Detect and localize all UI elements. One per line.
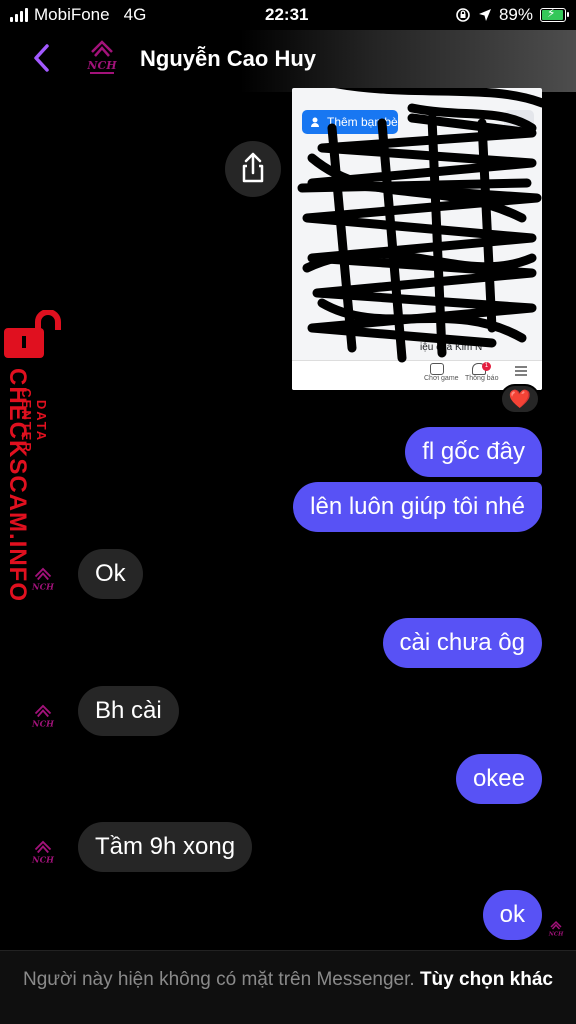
- back-chevron-icon[interactable]: [28, 42, 56, 74]
- other-options-link[interactable]: Tùy chọn khác: [420, 969, 553, 990]
- watermark-text: CHECKSCAM.INFO: [4, 368, 31, 602]
- share-button[interactable]: [225, 141, 281, 197]
- battery-icon: ⚡: [540, 6, 569, 22]
- network-type: 4G: [123, 5, 147, 24]
- location-icon: [478, 9, 491, 21]
- message-outgoing[interactable]: ok: [482, 890, 542, 940]
- svg-text:NCH: NCH: [86, 59, 117, 72]
- message-incoming[interactable]: Bh cài: [78, 686, 179, 736]
- svg-text:NCH: NCH: [548, 932, 564, 938]
- heart-reaction[interactable]: ❤️: [500, 384, 540, 414]
- message-outgoing[interactable]: cài chưa ôg: [382, 618, 542, 668]
- message-incoming[interactable]: Tầm 9h xong: [78, 822, 253, 872]
- sender-avatar[interactable]: NCH: [28, 839, 58, 869]
- orientation-lock-icon: [456, 8, 470, 22]
- unavailable-notice: Người này hiện không có mặt trên Messeng…: [23, 969, 415, 990]
- svg-text:NCH: NCH: [31, 854, 55, 864]
- contact-name[interactable]: Nguyễn Cao Huy: [140, 46, 316, 72]
- sender-avatar[interactable]: NCH: [28, 566, 58, 596]
- message-outgoing[interactable]: fl gốc đây: [405, 427, 542, 477]
- message-outgoing[interactable]: lên luôn giúp tôi nhé: [293, 482, 542, 532]
- battery-percent: 89%: [498, 5, 533, 24]
- message-outgoing[interactable]: okee: [455, 754, 542, 804]
- carrier: MobiFone: [34, 5, 110, 24]
- lock-icon: [4, 310, 61, 358]
- contact-avatar[interactable]: NCH: [82, 38, 122, 78]
- watermark-subtitle: DATA CENTER: [19, 388, 49, 454]
- seen-receipt-avatar: NCH: [548, 920, 564, 938]
- unavailable-notice-bar: Người này hiện không có mặt trên Messeng…: [0, 950, 576, 1024]
- conversation-header: NCH Nguyễn Cao Huy: [0, 30, 576, 92]
- redaction-scribble: [297, 88, 542, 363]
- clock: 22:31: [265, 5, 309, 24]
- message-incoming[interactable]: Ok: [78, 549, 143, 599]
- sender-avatar[interactable]: NCH: [28, 703, 58, 733]
- share-icon: [242, 152, 264, 183]
- svg-text:NCH: NCH: [31, 718, 55, 728]
- signal-icon: [10, 8, 28, 22]
- shared-image[interactable]: Thêm bạn bè ··· iệu của Kim N Chơi game …: [292, 88, 542, 390]
- status-bar: MobiFone 4G 22:31 89% ⚡: [0, 0, 576, 30]
- svg-text:NCH: NCH: [31, 581, 55, 591]
